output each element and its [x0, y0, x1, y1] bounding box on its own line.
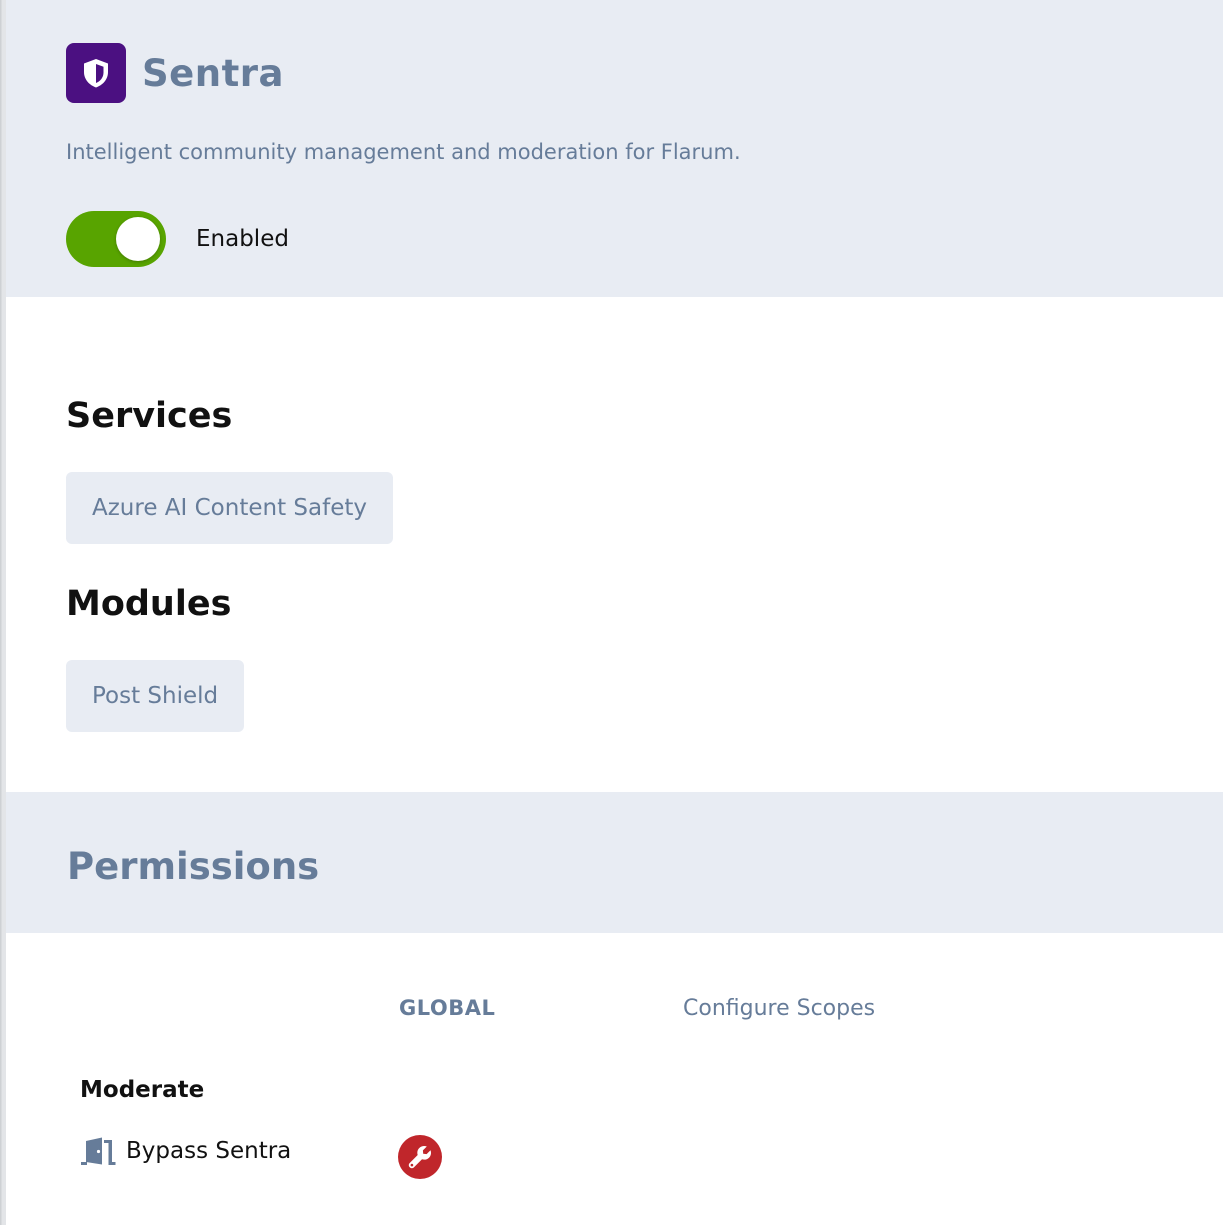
wrench-icon: [408, 1146, 431, 1169]
extension-description: Intelligent community management and mod…: [66, 140, 741, 164]
global-column-header: GLOBAL: [399, 996, 496, 1020]
azure-ai-content-safety-button[interactable]: Azure AI Content Safety: [66, 472, 393, 544]
permission-row-bypass-sentra: Bypass Sentra: [80, 1136, 291, 1166]
extension-title: Sentra: [142, 52, 284, 95]
services-heading: Services: [66, 396, 233, 436]
toggle-label: Enabled: [196, 226, 289, 252]
permission-group-moderate: Moderate: [80, 1077, 205, 1103]
bypass-sentra-permission-button[interactable]: [398, 1135, 442, 1179]
permission-label: Bypass Sentra: [126, 1138, 292, 1164]
permissions-header: Permissions: [6, 792, 1223, 933]
configure-scopes-link[interactable]: Configure Scopes: [683, 996, 875, 1021]
post-shield-button[interactable]: Post Shield: [66, 660, 245, 732]
shield-icon: [84, 59, 108, 88]
toggle-knob: [116, 217, 160, 261]
permissions-title: Permissions: [67, 845, 320, 888]
extension-logo: [66, 43, 126, 103]
door-open-icon: [81, 1137, 116, 1165]
enable-toggle[interactable]: [66, 211, 166, 267]
extension-header: Sentra Intelligent community management …: [6, 0, 1223, 297]
modules-heading: Modules: [66, 584, 232, 624]
sidebar-shadow: [0, 0, 3, 1225]
